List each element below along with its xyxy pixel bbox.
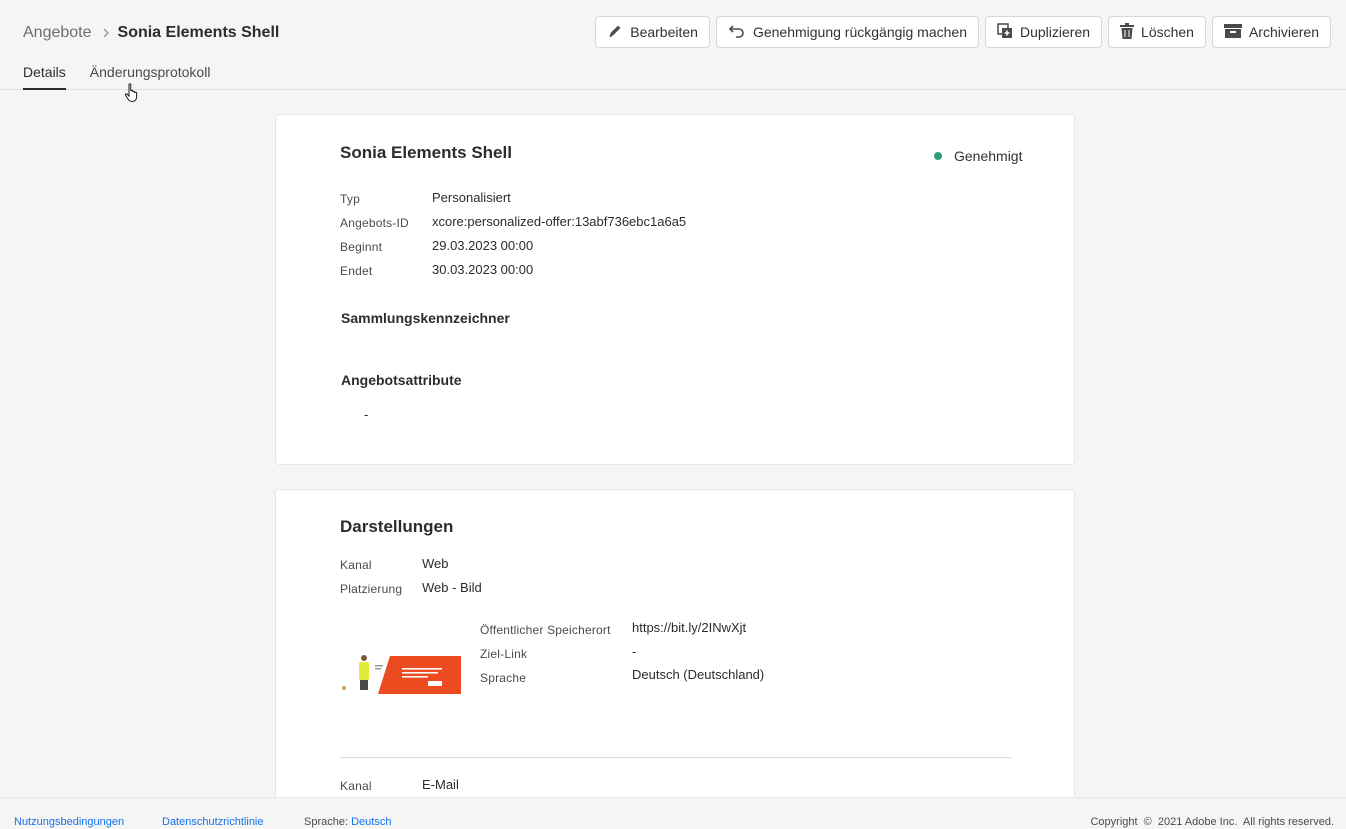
type-value: Personalisiert (432, 190, 511, 205)
end-value: 30.03.2023 00:00 (432, 262, 534, 277)
delete-button[interactable]: Löschen (1108, 16, 1206, 48)
offer-id-value: xcore:personalized-offer:13abf736ebc1a6a… (432, 214, 687, 229)
undo-approval-button[interactable]: Genehmigung rückgängig machen (715, 16, 979, 48)
archive-button[interactable]: Archivieren (1211, 16, 1331, 48)
header: Angebote Sonia Elements Shell Bearbeiten… (0, 0, 1346, 90)
status-badge: Genehmigt (934, 148, 1022, 164)
offer-attributes-heading: Angebotsattribute (341, 372, 462, 388)
duplicate-button-label: Duplizieren (1019, 24, 1091, 40)
offer-title: Sonia Elements Shell (340, 143, 512, 162)
target-link-value: - (632, 644, 637, 659)
privacy-link[interactable]: Datenschutzrichtlinie (162, 816, 264, 828)
pencil-icon (607, 23, 623, 42)
footer: Nutzungsbedingungen Datenschutzrichtlini… (0, 797, 1346, 829)
collection-qualifiers-heading: Sammlungskennzeichner (341, 310, 510, 326)
tab-change-log[interactable]: Änderungsprotokoll (90, 64, 211, 90)
public-location-label: Öffentlicher Speicherort (480, 623, 611, 637)
undo-approval-button-label: Genehmigung rückgängig machen (752, 24, 967, 40)
archive-icon (1223, 23, 1242, 41)
copyright-text: Copyright © 2021 Adobe Inc. All rights r… (1090, 816, 1334, 828)
delete-button-label: Löschen (1141, 24, 1194, 40)
end-label: Endet (340, 264, 373, 278)
placement-value: Web - Bild (422, 580, 482, 595)
undo-icon (728, 24, 746, 41)
breadcrumb-parent-link[interactable]: Angebote (23, 24, 92, 42)
tab-bar: Details Änderungsprotokoll (23, 64, 210, 90)
offer-image-thumbnail[interactable] (340, 653, 461, 694)
start-value: 29.03.2023 00:00 (432, 238, 534, 253)
type-label: Typ (340, 192, 360, 206)
trash-icon (1120, 22, 1135, 42)
representations-card: Darstellungen Kanal Web Platzierung Web … (275, 489, 1075, 829)
footer-language-label: Sprache: (304, 816, 349, 828)
chevron-right-icon (102, 28, 110, 38)
placement-label: Platzierung (340, 582, 403, 596)
footer-language-value[interactable]: Deutsch (351, 816, 391, 828)
start-label: Beginnt (340, 240, 383, 254)
archive-button-label: Archivieren (1248, 24, 1319, 40)
language-selector[interactable]: Sprache: Deutsch (304, 816, 391, 828)
edit-button[interactable]: Bearbeiten (595, 16, 710, 48)
duplicate-icon (997, 22, 1013, 42)
web-channel-label: Kanal (340, 558, 372, 572)
toolbar: Bearbeiten Genehmigung rückgängig machen… (595, 16, 1331, 48)
breadcrumb-current: Sonia Elements Shell (117, 24, 280, 41)
edit-button-label: Bearbeiten (630, 24, 698, 40)
target-link-label: Ziel-Link (480, 647, 528, 661)
offer-details-card: Sonia Elements Shell Genehmigt Typ Perso… (275, 114, 1075, 465)
duplicate-button[interactable]: Duplizieren (984, 16, 1103, 48)
web-channel-value: Web (422, 556, 449, 571)
offer-id-label: Angebots-ID (340, 216, 409, 230)
email-channel-value: E-Mail (422, 777, 459, 792)
public-location-value: https://bit.ly/2INwXjt (632, 620, 747, 635)
status-label: Genehmigt (954, 148, 1023, 164)
terms-link[interactable]: Nutzungsbedingungen (14, 816, 124, 828)
representation-divider (340, 757, 1011, 758)
email-channel-label: Kanal (340, 779, 372, 793)
language-label: Sprache (480, 671, 527, 685)
status-dot-icon (934, 152, 942, 160)
offer-attributes-value: - (364, 407, 369, 422)
hand-cursor-icon (124, 83, 142, 108)
tab-details[interactable]: Details (23, 64, 66, 90)
breadcrumb: Angebote Sonia Elements Shell (23, 22, 279, 44)
language-value: Deutsch (Deutschland) (632, 667, 765, 682)
representations-title: Darstellungen (340, 517, 454, 536)
